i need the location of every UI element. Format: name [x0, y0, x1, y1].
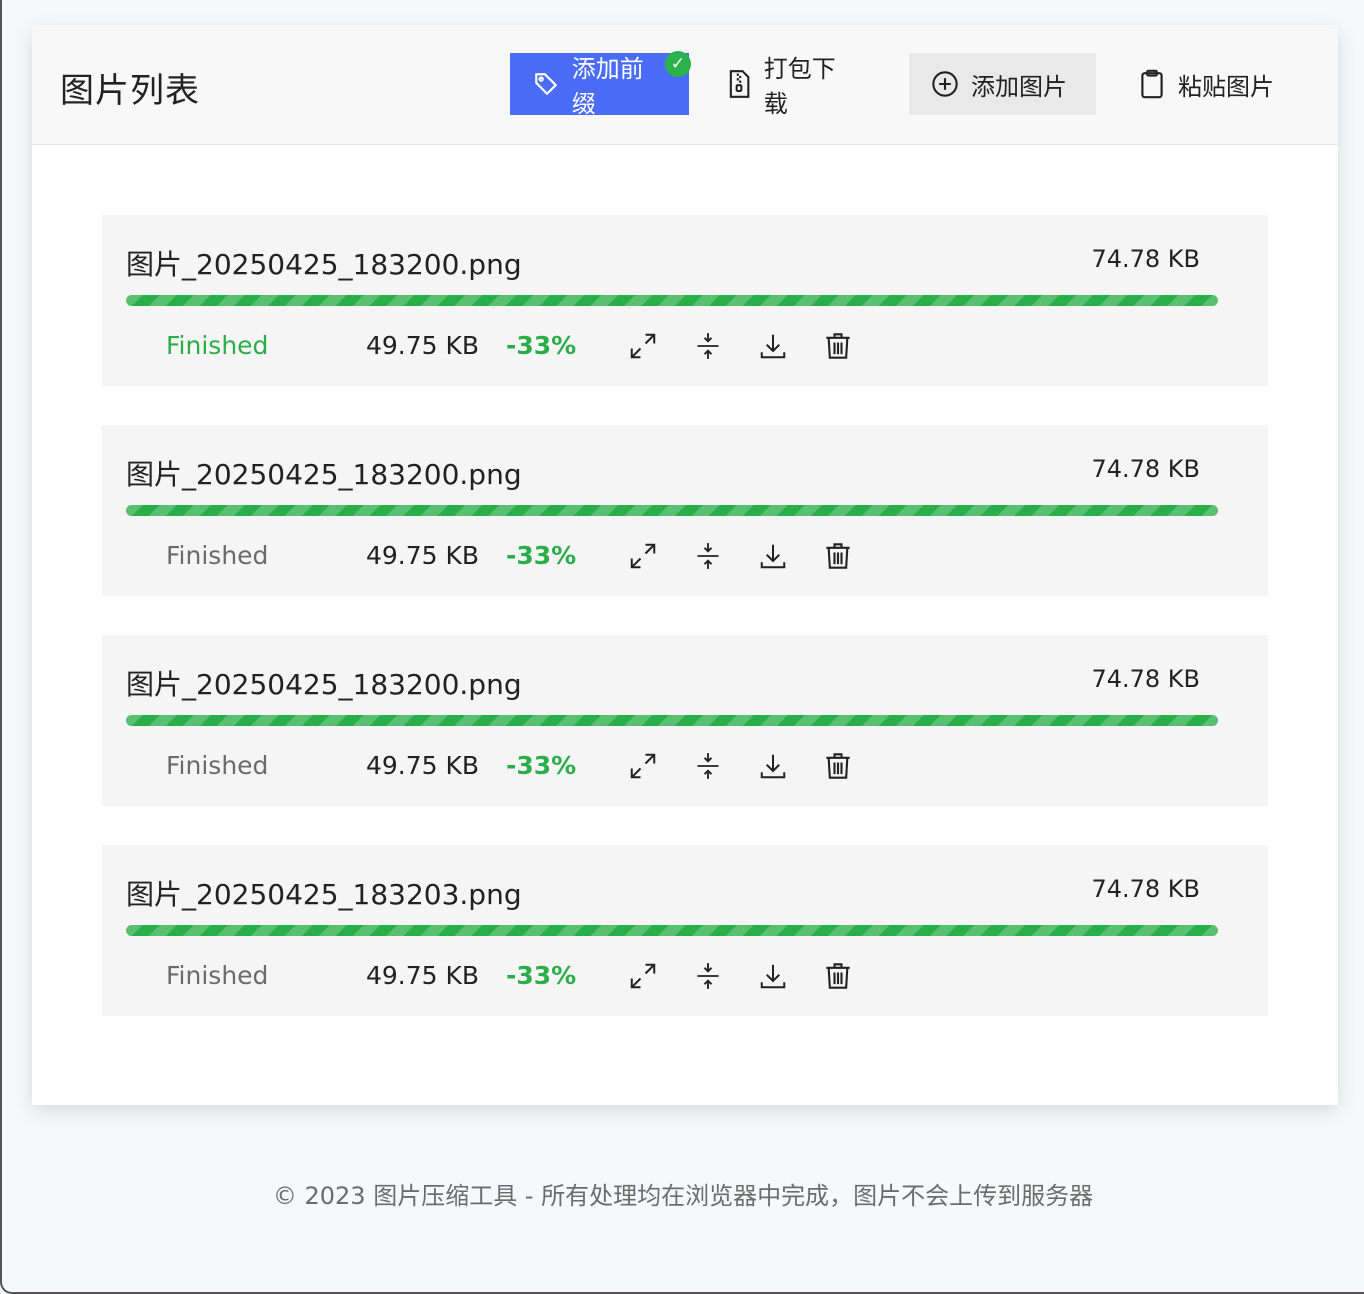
trash-icon[interactable]	[821, 539, 855, 573]
item-actions	[626, 539, 886, 573]
file-name: 图片_20250425_183200.png	[126, 458, 522, 491]
progress-bar	[126, 715, 1218, 726]
expand-icon[interactable]	[626, 749, 660, 783]
original-size: 74.78 KB	[1091, 245, 1200, 273]
item-actions	[626, 329, 886, 363]
trash-icon[interactable]	[821, 959, 855, 993]
add-prefix-button[interactable]: 添加前缀 ✓	[510, 51, 691, 118]
progress-bar	[126, 295, 1218, 306]
expand-icon[interactable]	[626, 539, 660, 573]
file-name: 图片_20250425_183203.png	[126, 878, 522, 911]
compress-icon[interactable]	[691, 959, 725, 993]
download-icon[interactable]	[756, 539, 790, 573]
original-size: 74.78 KB	[1091, 665, 1200, 693]
compress-icon[interactable]	[691, 749, 725, 783]
paste-image-button[interactable]: 粘贴图片	[1116, 53, 1306, 115]
status-text: Finished	[166, 331, 269, 360]
trash-icon[interactable]	[821, 329, 855, 363]
compression-ratio: -33%	[506, 751, 577, 780]
file-name: 图片_20250425_183200.png	[126, 668, 522, 701]
progress-bar	[126, 925, 1218, 936]
add-image-button[interactable]: 添加图片	[909, 53, 1096, 115]
page-title: 图片列表	[60, 71, 200, 111]
zip-download-button[interactable]: 打包下载	[704, 53, 874, 118]
card-header: 图片列表 添加前缀 ✓ 打包下载 添加图片 粘贴图片	[32, 25, 1338, 145]
compress-icon[interactable]	[691, 539, 725, 573]
status-text: Finished	[166, 961, 269, 990]
expand-icon[interactable]	[626, 329, 660, 363]
image-list-card: 图片列表 添加前缀 ✓ 打包下载 添加图片 粘贴图片 图片_20250425_1…	[32, 25, 1338, 1105]
list-item: 图片_20250425_183200.png 74.78 KB Finished…	[102, 215, 1268, 386]
paste-image-label: 粘贴图片	[1178, 72, 1274, 101]
item-actions	[626, 749, 886, 783]
tag-icon	[532, 70, 560, 98]
download-icon[interactable]	[756, 749, 790, 783]
original-size: 74.78 KB	[1091, 875, 1200, 903]
list-item: 图片_20250425_183203.png 74.78 KB Finished…	[102, 845, 1268, 1016]
download-icon[interactable]	[756, 329, 790, 363]
zip-download-label: 打包下载	[763, 55, 836, 118]
footer-text: © 2023 图片压缩工具 - 所有处理均在浏览器中完成，图片不会上传到服务器	[272, 1182, 1094, 1210]
status-text: Finished	[166, 541, 269, 570]
plus-circle-icon	[931, 70, 959, 98]
item-actions	[626, 959, 886, 993]
compression-ratio: -33%	[506, 331, 577, 360]
download-icon[interactable]	[756, 959, 790, 993]
trash-icon[interactable]	[821, 749, 855, 783]
clipboard-icon	[1138, 69, 1166, 99]
file-name: 图片_20250425_183200.png	[126, 248, 522, 281]
compressed-size: 49.75 KB	[366, 961, 480, 990]
add-image-label: 添加图片	[971, 72, 1067, 101]
original-size: 74.78 KB	[1091, 455, 1200, 483]
compressed-size: 49.75 KB	[366, 331, 480, 360]
expand-icon[interactable]	[626, 959, 660, 993]
compression-ratio: -33%	[506, 961, 577, 990]
compressed-size: 49.75 KB	[366, 541, 480, 570]
list-item: 图片_20250425_183200.png 74.78 KB Finished…	[102, 635, 1268, 806]
compressed-size: 49.75 KB	[366, 751, 480, 780]
zip-file-icon	[726, 70, 752, 98]
list-item: 图片_20250425_183200.png 74.78 KB Finished…	[102, 425, 1268, 596]
compress-icon[interactable]	[691, 329, 725, 363]
status-text: Finished	[166, 751, 269, 780]
add-prefix-label: 添加前缀	[571, 55, 644, 118]
compression-ratio: -33%	[506, 541, 577, 570]
check-icon: ✓	[665, 51, 691, 77]
progress-bar	[126, 505, 1218, 516]
